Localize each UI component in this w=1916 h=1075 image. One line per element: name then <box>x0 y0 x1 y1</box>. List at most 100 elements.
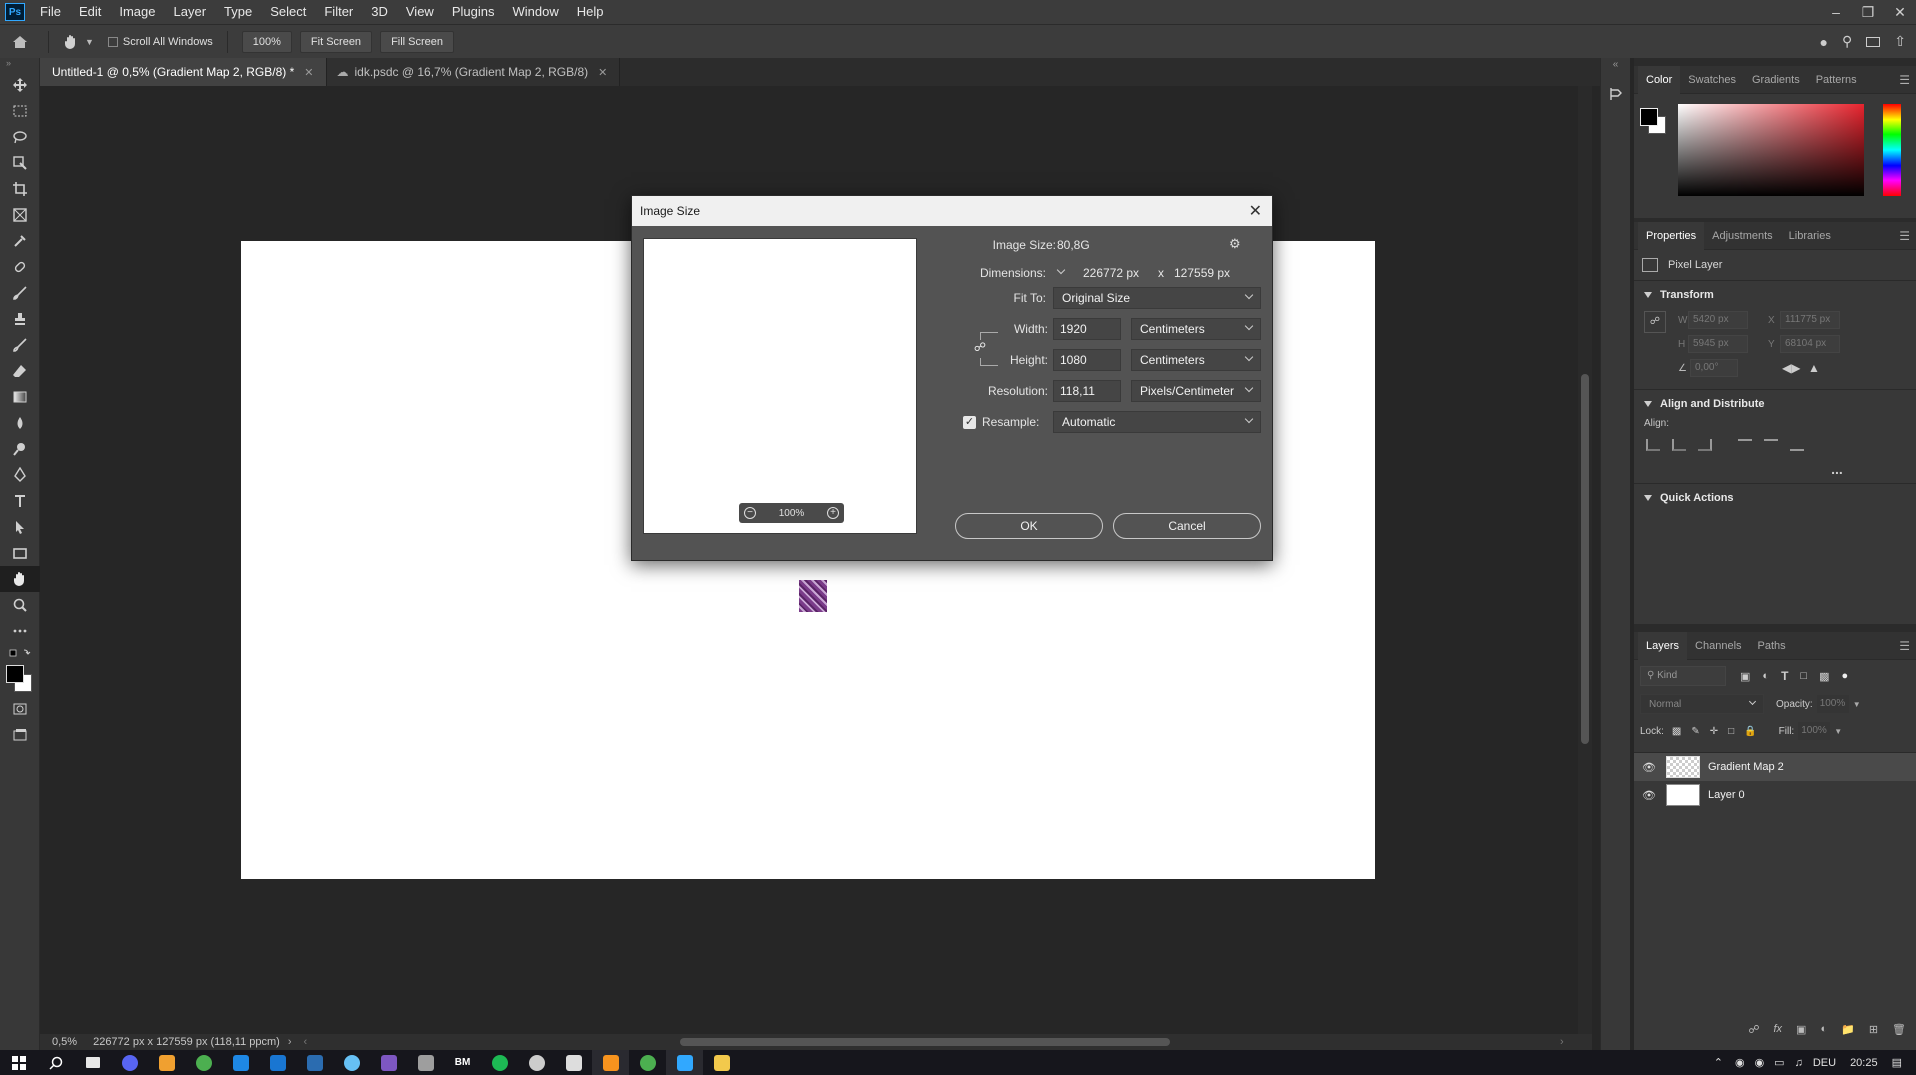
blur-tool-icon[interactable] <box>0 410 40 436</box>
menu-layer[interactable]: Layer <box>165 0 216 24</box>
chevron-down-icon[interactable] <box>1056 263 1070 277</box>
foreground-color-swatch[interactable] <box>6 665 24 683</box>
history-brush-tool-icon[interactable] <box>0 332 40 358</box>
group-icon[interactable]: 📁 <box>1841 1023 1855 1036</box>
app-icon[interactable] <box>259 1050 296 1075</box>
menu-type[interactable]: Type <box>215 0 261 24</box>
link-icon[interactable]: ☍ <box>1644 311 1666 333</box>
preview-pane[interactable]: − 100% + <box>643 238 917 534</box>
gradient-tool-icon[interactable] <box>0 384 40 410</box>
minimize-icon[interactable]: – <box>1820 4 1852 21</box>
clone-stamp-tool-icon[interactable] <box>0 306 40 332</box>
frame-tool-icon[interactable] <box>0 202 40 228</box>
panel-menu-icon[interactable]: ☰ <box>1899 73 1910 87</box>
transform-header[interactable]: Transform <box>1634 281 1916 309</box>
gear-icon[interactable]: ⚙ <box>1229 236 1241 252</box>
lock-all-icon[interactable]: 🔒 <box>1744 726 1756 737</box>
filter-shape-icon[interactable]: □ <box>1800 670 1807 682</box>
tab-swatches[interactable]: Swatches <box>1680 66 1744 94</box>
path-selection-tool-icon[interactable] <box>0 514 40 540</box>
object-select-tool-icon[interactable] <box>0 150 40 176</box>
menu-image[interactable]: Image <box>110 0 164 24</box>
eraser-tool-icon[interactable] <box>0 358 40 384</box>
chrome-icon[interactable] <box>629 1050 666 1075</box>
menu-view[interactable]: View <box>397 0 443 24</box>
hue-slider[interactable] <box>1883 104 1901 196</box>
resample-checkbox[interactable]: ✓ <box>963 416 976 429</box>
app-icon[interactable] <box>222 1050 259 1075</box>
app-icon[interactable] <box>592 1050 629 1075</box>
layer-row[interactable]: 👁 Gradient Map 2 <box>1634 753 1916 781</box>
restore-icon[interactable]: ❐ <box>1852 4 1884 21</box>
close-icon[interactable]: ✕ <box>1249 201 1262 221</box>
flip-vertical-icon[interactable]: ▲ <box>1808 361 1820 375</box>
ok-button[interactable]: OK <box>955 513 1103 539</box>
brush-tool-icon[interactable] <box>0 280 40 306</box>
app-icon[interactable] <box>370 1050 407 1075</box>
x-field[interactable]: 111775 px <box>1780 311 1840 329</box>
close-icon[interactable]: ✕ <box>304 66 313 79</box>
fit-to-select[interactable]: Original Size <box>1053 287 1261 309</box>
tab-gradients[interactable]: Gradients <box>1744 66 1808 94</box>
blend-mode-select[interactable]: Normal <box>1640 694 1764 714</box>
move-tool-icon[interactable] <box>0 72 40 98</box>
search-icon[interactable]: ⚲ <box>1842 33 1852 50</box>
eyedropper-tool-icon[interactable] <box>0 228 40 254</box>
vertical-scrollbar[interactable] <box>1578 86 1592 1034</box>
zoom-in-icon[interactable]: + <box>826 507 839 519</box>
lock-transparent-icon[interactable]: ▩ <box>1672 726 1681 737</box>
eye-icon[interactable]: 👁 <box>1642 761 1656 774</box>
screen-mode-icon[interactable] <box>0 722 40 748</box>
align-center-v-icon[interactable] <box>1764 439 1778 451</box>
photoshop-taskbar-icon[interactable] <box>666 1050 703 1075</box>
app-icon[interactable] <box>148 1050 185 1075</box>
marquee-tool-icon[interactable] <box>0 98 40 124</box>
scroll-all-windows[interactable]: Scroll All Windows <box>107 36 213 48</box>
type-tool-icon[interactable] <box>0 488 40 514</box>
hand-tool-preset[interactable]: ▼ <box>63 34 94 50</box>
task-view-icon[interactable] <box>74 1050 111 1075</box>
panel-menu-icon[interactable]: ☰ <box>1899 639 1910 653</box>
color-swatches[interactable] <box>0 662 39 696</box>
healing-brush-tool-icon[interactable] <box>0 254 40 280</box>
fit-screen-button[interactable]: Fit Screen <box>299 30 373 53</box>
menu-help[interactable]: Help <box>568 0 613 24</box>
app-icon[interactable] <box>555 1050 592 1075</box>
filter-toggle-icon[interactable]: ● <box>1841 670 1848 682</box>
filter-pixel-icon[interactable]: ▣ <box>1740 670 1750 683</box>
align-right-icon[interactable] <box>1698 439 1712 451</box>
opacity-field[interactable]: 100% <box>1816 695 1849 713</box>
color-field[interactable] <box>1678 104 1864 196</box>
lock-position-icon[interactable]: ✛ <box>1710 726 1718 737</box>
quick-mask-icon[interactable] <box>0 696 40 722</box>
height-unit-select[interactable]: Centimeters <box>1131 349 1261 371</box>
tab-paths[interactable]: Paths <box>1750 632 1794 660</box>
layer-name[interactable]: Gradient Map 2 <box>1708 761 1784 773</box>
eye-icon[interactable]: 👁 <box>1642 789 1656 802</box>
more-options-icon[interactable]: ... <box>1634 461 1916 477</box>
menu-edit[interactable]: Edit <box>70 0 110 24</box>
chevron-right-icon[interactable]: › <box>1560 1036 1564 1048</box>
chevron-left-icon[interactable]: ‹ <box>303 1036 307 1048</box>
h-field[interactable]: 5945 px <box>1688 335 1748 353</box>
close-icon[interactable]: ✕ <box>598 66 607 79</box>
chrome-icon[interactable] <box>185 1050 222 1075</box>
resample-select[interactable]: Automatic <box>1053 411 1261 433</box>
clock[interactable]: 20:25 <box>1850 1057 1878 1069</box>
fill-field[interactable]: 100% <box>1798 722 1831 740</box>
zoom-out-icon[interactable]: − <box>744 507 756 519</box>
link-layers-icon[interactable]: ☍ <box>1748 1023 1759 1036</box>
menu-select[interactable]: Select <box>261 0 315 24</box>
tab-libraries[interactable]: Libraries <box>1781 222 1839 250</box>
menu-filter[interactable]: Filter <box>315 0 362 24</box>
tab-properties[interactable]: Properties <box>1638 221 1705 250</box>
tab-adjustments[interactable]: Adjustments <box>1704 222 1781 250</box>
align-top-icon[interactable] <box>1738 439 1752 451</box>
resolution-input[interactable]: 118,11 <box>1053 380 1121 402</box>
layer-filter-kind[interactable]: ⚲ Kind <box>1640 666 1726 686</box>
history-panel-icon[interactable] <box>1601 86 1630 102</box>
tab-layers[interactable]: Layers <box>1638 631 1688 660</box>
swap-colors-icon[interactable] <box>0 644 40 662</box>
flip-horizontal-icon[interactable]: ◀▶ <box>1782 361 1800 375</box>
facebook-icon[interactable] <box>296 1050 333 1075</box>
